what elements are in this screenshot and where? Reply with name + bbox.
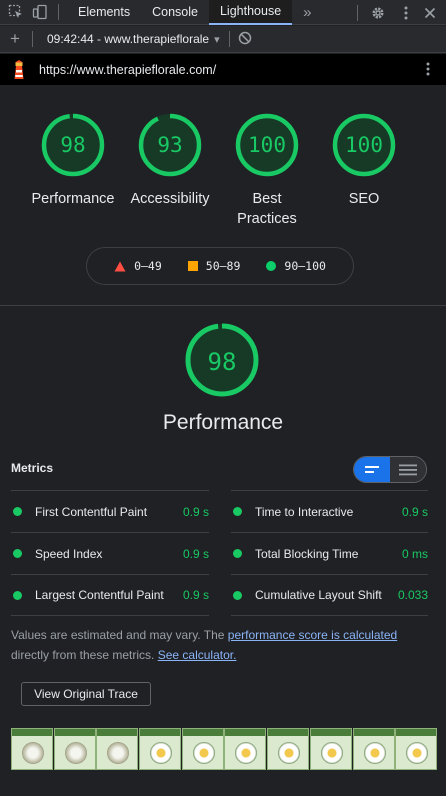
metric-name: Largest Contentful Paint <box>35 588 164 602</box>
legend-label: 50–89 <box>205 259 241 273</box>
filmstrip-frame <box>395 728 438 770</box>
gauge-performance[interactable]: 98 Performance <box>23 112 123 209</box>
score-calculated-link[interactable]: performance score is calculated <box>228 628 397 642</box>
metrics-header: Metrics <box>11 461 54 475</box>
gauge-value: 100 <box>345 133 383 157</box>
metric-first-contentful-paint: First Contentful Paint 0.9 s <box>11 490 209 532</box>
square-icon <box>187 261 198 271</box>
toolbar-divider <box>357 4 358 21</box>
disclaimer-text: Values are estimated and may vary. The <box>11 628 228 642</box>
metric-largest-contentful-paint: Largest Contentful Paint 0.9 s <box>11 574 209 616</box>
metric-time-to-interactive: Time to Interactive 0.9 s <box>231 490 428 532</box>
gauge-accessibility[interactable]: 93 Accessibility <box>120 112 220 209</box>
lighthouse-logo-icon <box>11 59 27 80</box>
metric-name: Speed Index <box>35 546 103 561</box>
legend-label: 0–49 <box>134 259 162 273</box>
metrics-disclaimer: Values are estimated and may vary. The p… <box>11 625 436 665</box>
device-toolbar-icon[interactable] <box>28 0 52 24</box>
metric-value: 0.9 s <box>182 504 209 519</box>
lines-short-icon <box>365 465 379 473</box>
metric-name: First Contentful Paint <box>35 504 148 519</box>
metric-value: 0.033 <box>397 588 428 602</box>
performance-title: Performance <box>162 411 284 434</box>
score-summary: 98 Performance 93 Accessibility 100 Best… <box>0 86 446 304</box>
add-icon[interactable]: + <box>4 29 26 49</box>
gauge-value: 100 <box>248 133 286 157</box>
filmstrip-frame <box>96 728 139 770</box>
toolbar-divider <box>228 31 230 47</box>
filmstrip-frame <box>181 728 224 770</box>
gauge-value: 98 <box>60 133 86 157</box>
report-select-label: 09:42:44 - www.therapieflorale <box>47 32 210 46</box>
filmstrip-frame <box>53 728 96 770</box>
dropdown-arrow-icon: ▾ <box>214 33 220 46</box>
gauge-seo[interactable]: 100 SEO <box>314 112 414 209</box>
clear-icon[interactable] <box>238 31 254 47</box>
performance-score: 98 <box>207 348 237 376</box>
gauge-label: Best Practices <box>237 191 297 227</box>
pass-dot-icon <box>13 507 22 516</box>
metrics-view-toggle <box>353 456 427 483</box>
more-tabs-button[interactable]: » <box>292 0 322 25</box>
legend-label: 90–100 <box>284 259 326 273</box>
close-icon[interactable] <box>418 1 442 25</box>
legend-item-fail: 0–49 <box>114 259 162 273</box>
filmstrip-frame <box>309 728 352 770</box>
score-legend: 0–49 50–89 90–100 <box>86 247 354 285</box>
pass-dot-icon <box>233 549 242 558</box>
metric-value: 0 ms <box>401 546 428 561</box>
kebab-menu-icon[interactable] <box>394 1 418 25</box>
disclaimer-text: directly from these metrics. <box>11 648 158 662</box>
metric-total-blocking-time: Total Blocking Time 0 ms <box>231 532 428 574</box>
view-original-trace-button[interactable]: View Original Trace <box>21 682 151 706</box>
devtools-tab-bar: Elements Console Lighthouse » <box>0 0 446 25</box>
report-url: https://www.therapieflorale.com/ <box>39 62 217 77</box>
lines-icon <box>399 464 417 475</box>
pass-dot-icon <box>233 507 242 516</box>
gear-icon[interactable] <box>366 1 390 25</box>
tab-lighthouse[interactable]: Lighthouse <box>208 0 293 25</box>
filmstrip-frame <box>224 728 267 770</box>
report-url-bar: https://www.therapieflorale.com/ <box>0 54 446 85</box>
report-select[interactable]: 09:42:44 - www.therapieflorale ▾ <box>47 32 220 46</box>
legend-item-average: 50–89 <box>187 259 241 273</box>
metric-speed-index: Speed Index 0.9 s <box>11 532 209 574</box>
metric-name: Cumulative Layout Shift <box>255 588 382 602</box>
performance-gauge: 98 <box>172 322 272 403</box>
tab-elements[interactable]: Elements <box>67 0 141 25</box>
metric-name: Time to Interactive <box>255 504 354 519</box>
expanded-view-button[interactable] <box>390 457 426 482</box>
kebab-menu-icon[interactable] <box>420 61 436 77</box>
gauge-label: Performance <box>31 191 115 207</box>
pass-dot-icon <box>13 590 22 600</box>
filmstrip-frame <box>11 728 53 770</box>
circle-icon <box>266 261 277 271</box>
metric-value: 0.9 s <box>401 504 428 519</box>
lighthouse-toolbar: + 09:42:44 - www.therapieflorale ▾ <box>0 26 446 53</box>
metric-cumulative-layout-shift: Cumulative Layout Shift 0.033 <box>231 574 428 616</box>
compact-view-button[interactable] <box>354 457 390 482</box>
section-divider <box>0 305 446 306</box>
tab-console[interactable]: Console <box>141 0 209 25</box>
filmstrip-frame <box>267 728 310 770</box>
filmstrip <box>11 728 438 770</box>
metric-value: 0.9 s <box>182 546 209 561</box>
gauge-best-practices[interactable]: 100 Best Practices <box>217 112 317 229</box>
gauge-value: 93 <box>157 133 183 157</box>
toolbar-divider <box>58 4 59 20</box>
pass-dot-icon <box>233 590 242 600</box>
triangle-icon <box>114 261 126 271</box>
gauge-label: SEO <box>348 191 380 207</box>
filmstrip-frame <box>139 728 182 770</box>
legend-item-pass: 90–100 <box>266 259 326 273</box>
metric-name: Total Blocking Time <box>255 546 359 561</box>
gauge-label: Accessibility <box>130 191 210 207</box>
inspect-element-icon[interactable] <box>4 0 28 24</box>
metric-value: 0.9 s <box>182 588 209 602</box>
see-calculator-link[interactable]: See calculator. <box>158 648 237 662</box>
filmstrip-frame <box>352 728 395 770</box>
pass-dot-icon <box>13 549 22 558</box>
toolbar-divider <box>32 31 33 47</box>
